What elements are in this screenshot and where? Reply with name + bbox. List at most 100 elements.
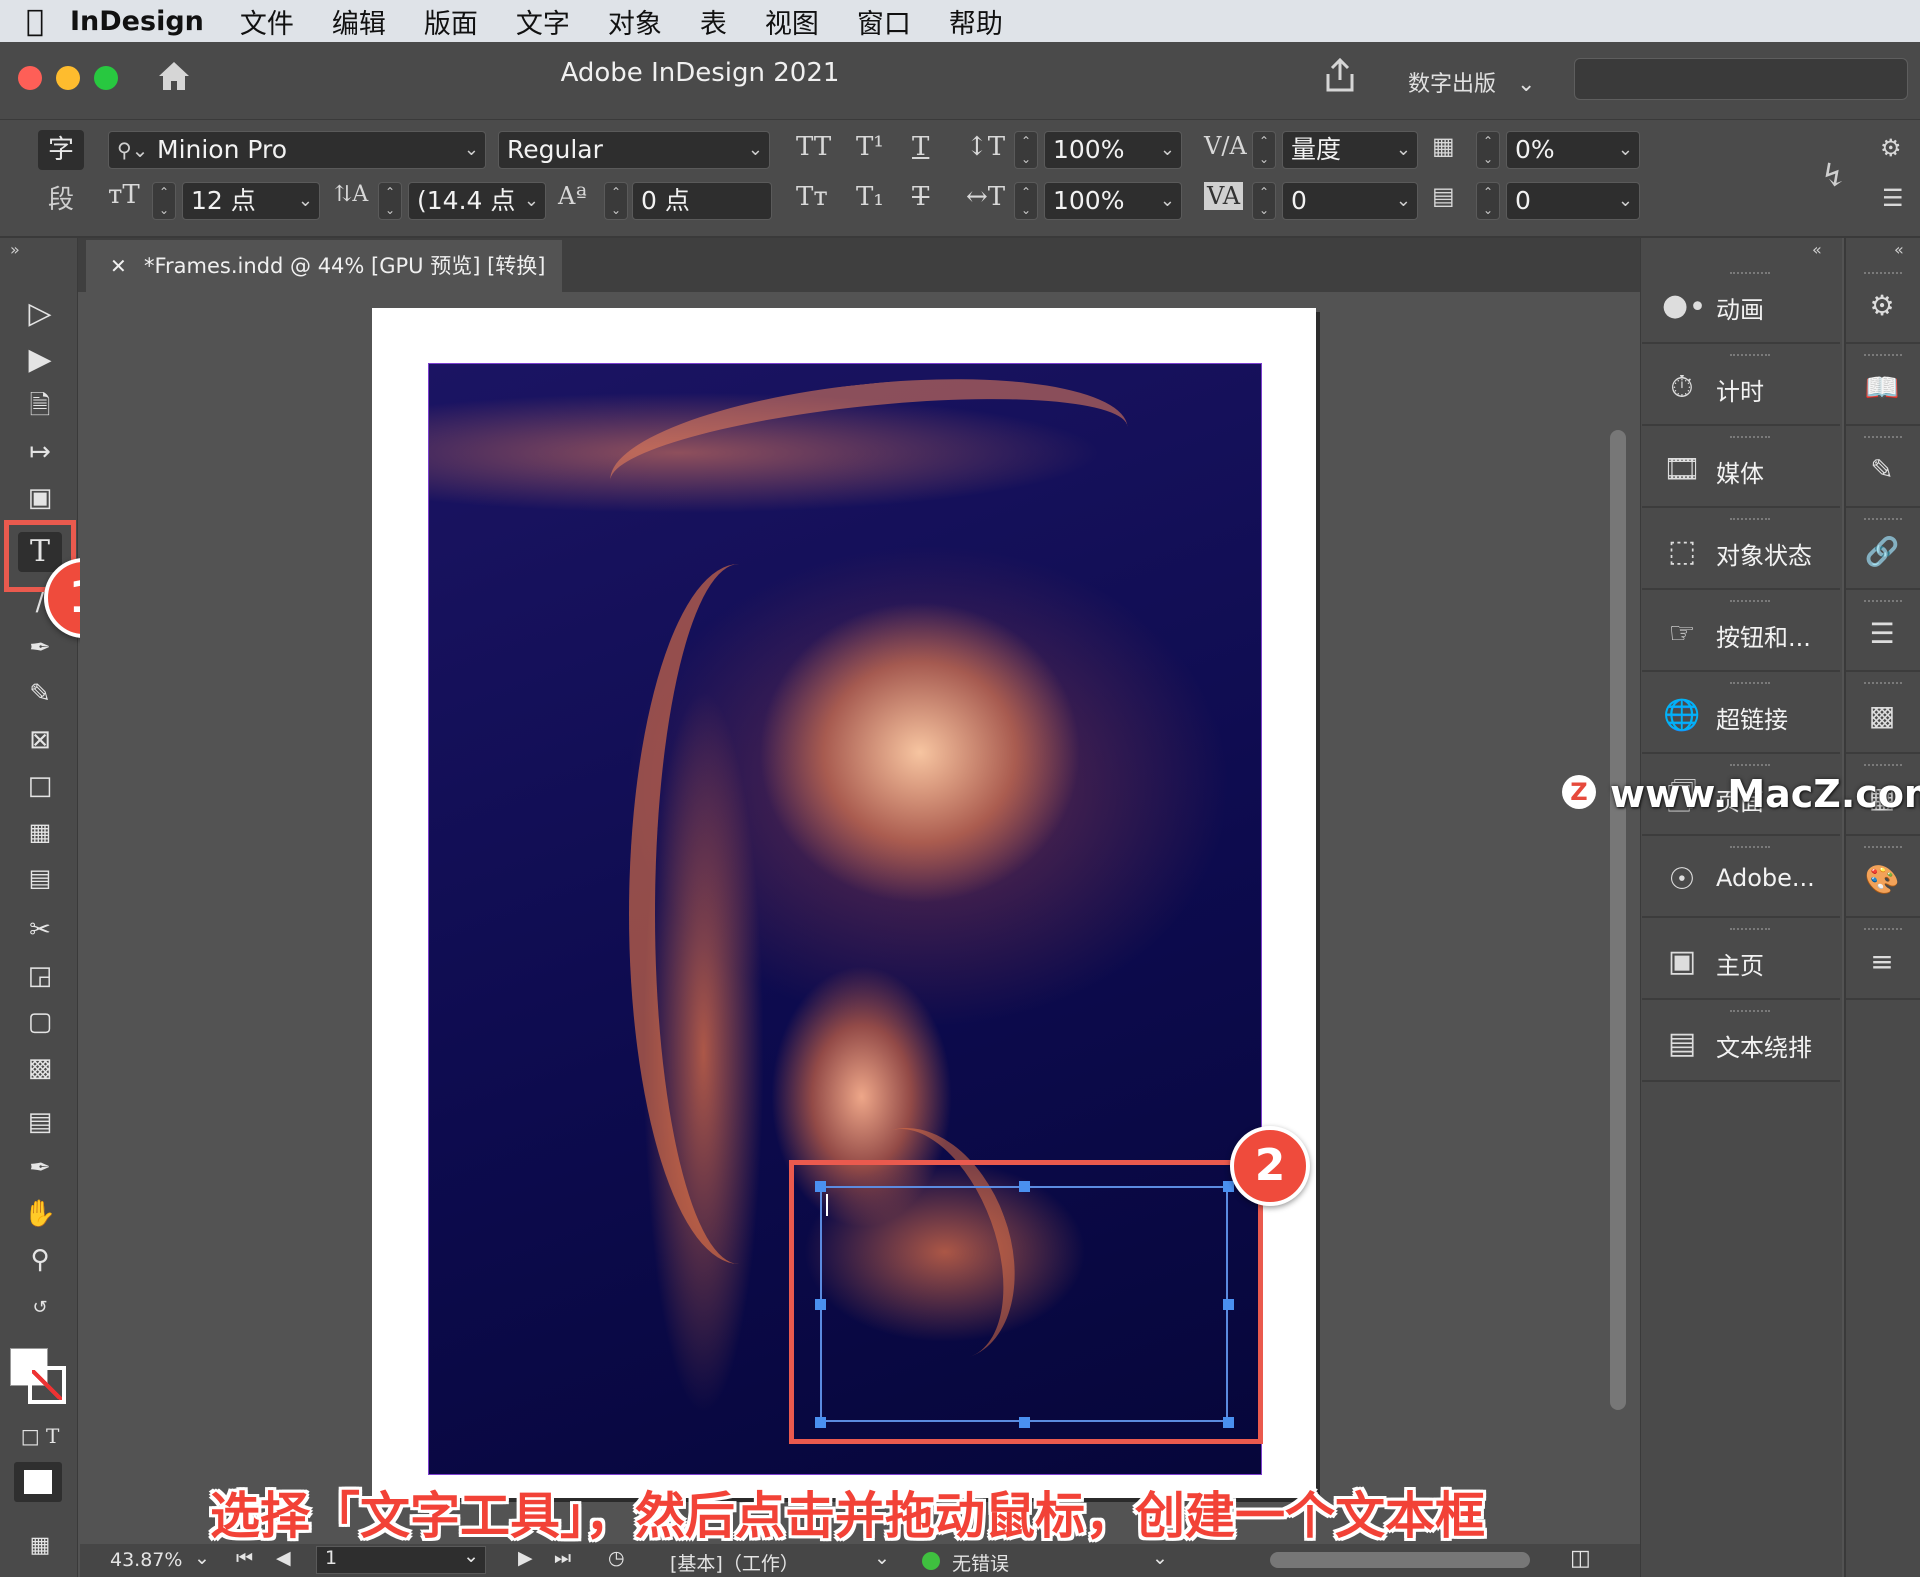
panel-layers-button[interactable]: ☰ (1846, 592, 1920, 672)
pen-tool-icon[interactable]: ✒ (18, 628, 62, 668)
gap-tool-icon[interactable]: ↦ (18, 432, 62, 472)
menu-app-name[interactable]: InDesign (70, 6, 204, 37)
swap-fill-stroke-icon[interactable]: ↺ (18, 1288, 62, 1328)
vertical-scale-field[interactable]: 100% ⌄ (1044, 131, 1182, 169)
panel-gradient-button[interactable]: ▩ (1846, 674, 1920, 754)
tracking-stepper[interactable]: ⌃ ⌄ (1252, 182, 1276, 220)
preview-mode-icon[interactable]: ▦ (18, 1526, 62, 1566)
menu-layout[interactable]: 版面 (424, 2, 478, 41)
menu-view[interactable]: 视图 (765, 2, 819, 41)
frame-handle-bottom[interactable] (1019, 1417, 1030, 1428)
baseline-shift-stepper[interactable]: ⌃ ⌄ (604, 182, 628, 220)
horizontal-scrollbar[interactable] (1270, 1552, 1530, 1568)
horizontal-scale-field[interactable]: 100% ⌄ (1044, 182, 1182, 220)
menu-table[interactable]: 表 (700, 2, 727, 41)
font-family-field[interactable]: ⚲⌄ Minion Pro ⌄ (108, 131, 486, 169)
frame-handle-bottom-left[interactable] (815, 1417, 826, 1428)
frame-handle-top-right[interactable] (1223, 1181, 1234, 1192)
scissors-tool-icon[interactable]: ✂ (18, 910, 62, 950)
chevron-down-icon[interactable]: ⌄ (1160, 183, 1175, 219)
panel-buttons[interactable]: ☞ 按钮和... (1642, 592, 1840, 672)
chevron-down-icon[interactable]: ⌄ (1152, 1547, 1168, 1569)
next-page-icon[interactable]: ▶ (518, 1547, 533, 1569)
vertical-scrollbar[interactable] (1610, 430, 1626, 1410)
close-icon[interactable]: ✕ (110, 240, 127, 292)
chevron-down-icon[interactable]: ⌄ (1618, 132, 1633, 168)
expand-tools-icon[interactable]: » (10, 240, 20, 259)
paragraph-mode-button[interactable]: 段 (38, 180, 84, 220)
font-style-field[interactable]: Regular ⌄ (498, 131, 770, 169)
panel-hyperlinks[interactable]: 🌐 超链接 (1642, 674, 1840, 754)
note-tool-icon[interactable]: ▤ (18, 1102, 62, 1142)
leading-field[interactable]: (14.4 点 ⌄ (408, 182, 546, 220)
formatting-text-icon[interactable]: □ T (18, 1416, 62, 1456)
previous-page-icon[interactable]: ◀ (276, 1547, 291, 1569)
chevron-down-icon[interactable]: ⌄ (298, 183, 313, 219)
skew-field[interactable]: 0% ⌄ (1506, 131, 1640, 169)
pencil-tool-icon[interactable]: ✎ (18, 674, 62, 714)
open-document-icon[interactable]: ◷ (608, 1547, 625, 1569)
selection-tool-icon[interactable]: ▷ (18, 294, 62, 334)
chevron-down-icon[interactable]: ⌄ (464, 132, 479, 168)
chevron-down-icon[interactable]: ⌄ (1160, 132, 1175, 168)
free-transform-tool-icon[interactable]: ◲ (18, 956, 62, 996)
font-size-field[interactable]: 12 点 ⌄ (182, 182, 320, 220)
panel-text-wrap[interactable]: ▤ 文本绕排 (1642, 1002, 1840, 1082)
kerning-stepper[interactable]: ⌃ ⌄ (1252, 131, 1276, 169)
frame-handle-right[interactable] (1223, 1299, 1234, 1310)
menu-window[interactable]: 窗口 (857, 2, 911, 41)
screen-mode-button[interactable] (14, 1462, 62, 1502)
apple-logo-icon[interactable]:  (0, 4, 70, 39)
character-mode-button[interactable]: 字 (38, 130, 84, 170)
chevron-down-icon[interactable]: ⌄ (1618, 183, 1633, 219)
table-tool-icon[interactable]: ▦ (18, 812, 62, 852)
stroke-swatch[interactable] (28, 1366, 66, 1404)
split-view-icon[interactable]: ◫ (1570, 1546, 1591, 1571)
eyedropper-tool-icon[interactable]: ✒ (18, 1148, 62, 1188)
panel-timing[interactable]: ⏱ 计时 (1642, 346, 1840, 426)
character-rotation-field[interactable]: 0 ⌄ (1506, 182, 1640, 220)
first-page-icon[interactable]: ⏮ (236, 1547, 253, 1569)
panel-adobe-color[interactable]: ☉ Adobe... (1642, 838, 1840, 918)
quick-apply-icon[interactable]: ↯ (1820, 156, 1847, 194)
panel-media[interactable]: 🎞 媒体 (1642, 428, 1840, 508)
page-number-field[interactable]: 1 ⌄ (316, 1545, 486, 1574)
last-page-icon[interactable]: ⏭ (554, 1547, 571, 1569)
direct-selection-tool-icon[interactable]: ▶ (18, 340, 62, 380)
zoom-tool-icon[interactable]: ⚲ (18, 1240, 62, 1280)
vertical-scale-stepper[interactable]: ⌃ ⌄ (1014, 131, 1038, 169)
chevron-down-icon[interactable]: ⌄ (1396, 183, 1411, 219)
collapse-panels-icon[interactable]: « (1894, 240, 1904, 259)
workspace-switcher[interactable]: 数字出版 ⌄ (1408, 66, 1535, 98)
share-icon[interactable] (1322, 56, 1358, 96)
panel-paragraph-button[interactable]: ≡ (1846, 920, 1920, 1000)
panel-book-button[interactable]: 📖 (1846, 346, 1920, 426)
chevron-down-icon[interactable]: ⌄ (463, 1545, 479, 1567)
frame-handle-left[interactable] (815, 1299, 826, 1310)
tracking-field[interactable]: 0 ⌄ (1282, 182, 1418, 220)
character-rotation-stepper[interactable]: ⌃ ⌄ (1476, 182, 1500, 220)
preflight-profile[interactable]: [基本]（工作） (670, 1549, 799, 1576)
rectangle-frame-tool-icon[interactable]: ⊠ (18, 720, 62, 760)
panel-object-states[interactable]: ⬚ 对象状态 (1642, 510, 1840, 590)
skew-stepper[interactable]: ⌃ ⌄ (1476, 131, 1500, 169)
page-tool-icon[interactable]: 🗎 (18, 386, 62, 426)
horizontal-scale-stepper[interactable]: ⌃ ⌄ (1014, 182, 1038, 220)
baseline-shift-field[interactable]: 0 点 (632, 182, 772, 220)
chevron-down-icon[interactable]: ⌄ (874, 1547, 890, 1569)
panel-links-button[interactable]: 🔗 (1846, 510, 1920, 590)
new-text-frame[interactable] (815, 1181, 1234, 1428)
underline-icon[interactable]: T (912, 132, 929, 162)
gradient-swatch-tool-icon[interactable]: ▢ (18, 1002, 62, 1042)
frame-handle-top-left[interactable] (815, 1181, 826, 1192)
menu-help[interactable]: 帮助 (949, 2, 1003, 41)
rectangle-tool-icon[interactable]: □ (18, 766, 62, 806)
chevron-down-icon[interactable]: ⌄ (748, 132, 763, 168)
menu-file[interactable]: 文件 (240, 2, 294, 41)
grid-tool-icon[interactable]: ▤ (18, 858, 62, 898)
superscript-icon[interactable]: T¹ (856, 132, 884, 162)
panel-color-button[interactable]: 🎨 (1846, 838, 1920, 918)
panel-menu-icon[interactable]: ☰ (1882, 184, 1904, 212)
chevron-down-icon[interactable]: ⌄ (194, 1547, 210, 1569)
chevron-down-icon[interactable]: ⌄ (524, 183, 539, 219)
